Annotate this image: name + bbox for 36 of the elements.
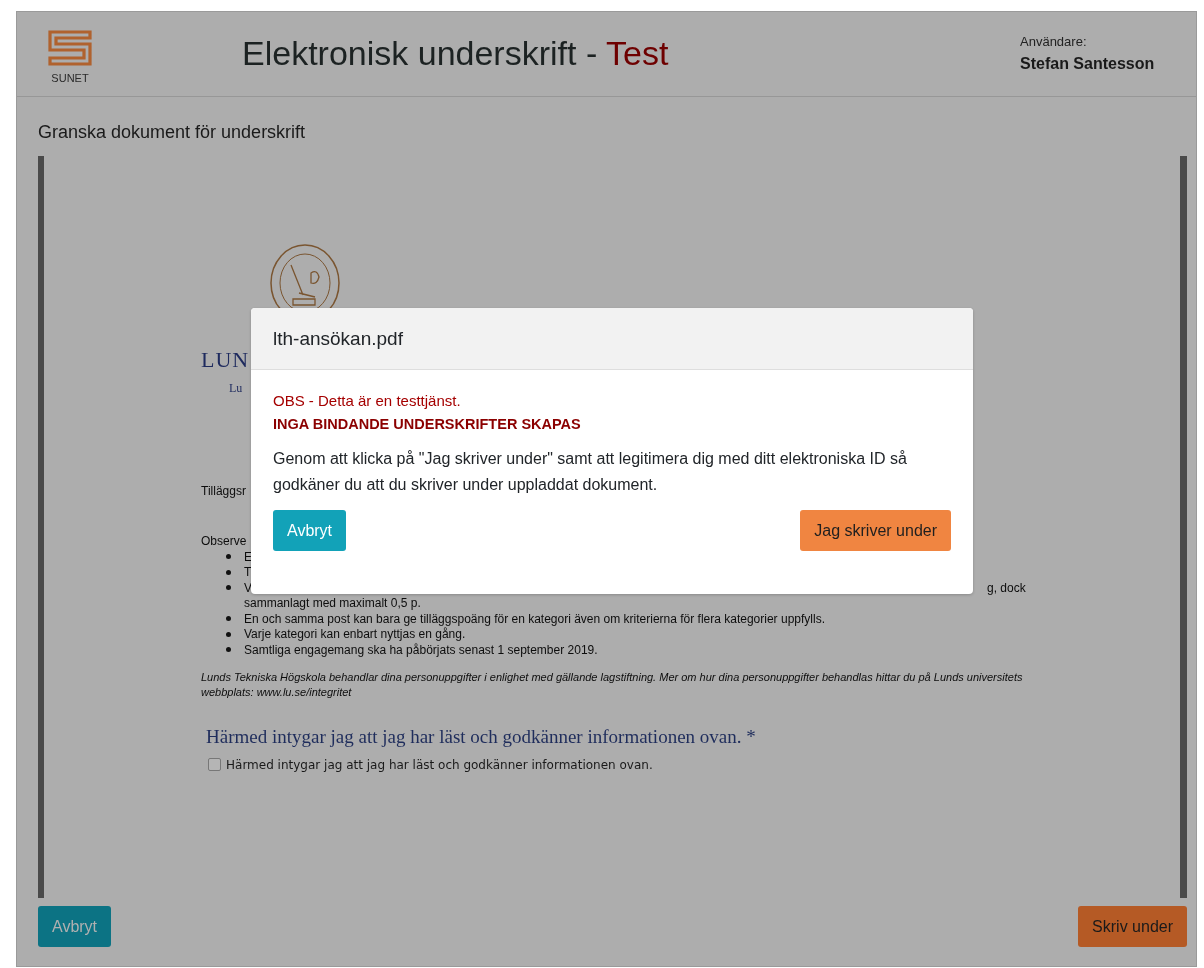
question-heading: Härmed intygar jag att jag har läst och godkänner informationen ovan. * (206, 725, 757, 748)
bullet-dot (226, 616, 231, 622)
page-title: Elektronisk underskrift - Test (242, 34, 670, 73)
university-subtext: Lu (229, 381, 244, 396)
list-item-text: Samtliga engagemang ska ha påbörjats senast 1 september 2019. (244, 642, 598, 657)
list-item-text: V (244, 580, 252, 595)
cancel-button[interactable]: Avbryt (38, 906, 112, 947)
list-item-text: T (244, 565, 252, 580)
privacy-note: Lunds Tekniska Högskola behandlar dina personuppgifter i enlighet med gällande lagstiftning. Mer om hur dina personuppgifter behandlas hittar du på Lunds universitets webbplats: www.lu.se/integritet (201, 669, 1024, 700)
list-item-text: Varje kategori kan enbart nyttjas en gång. (244, 627, 466, 642)
checkbox-label: Härmed intygar jag att jag har läst och godkänner informationen ovan. (226, 757, 653, 772)
list-item-text: E (244, 549, 252, 564)
checkbox[interactable] (208, 758, 221, 771)
dialog-message: Genom att klicka på "Jag skriver under" samt att legitimera dig med ditt elektroniska ID så godkäner du att du skriver under uppladdat dokument. (273, 449, 908, 495)
university-logo-text: LUN (201, 347, 251, 373)
dialog-title: lth-ansökan.pdf (273, 327, 403, 350)
list-item-text: sammanlagt med maximalt 0,5 p. (244, 595, 422, 611)
warning-text: INGA BINDANDE UNDERSKRIFTER SKAPAS (273, 416, 582, 432)
bullet-dot (226, 554, 231, 560)
logo-text: SUNET (51, 72, 89, 84)
sign-button[interactable]: Skriv under (1078, 906, 1187, 947)
document-text: Observe (201, 534, 247, 548)
user-name: Stefan Santesson (1020, 55, 1156, 73)
cancel-button[interactable]: Avbryt (273, 510, 347, 551)
list-item-text: g, dock (987, 580, 1026, 595)
logo-icon (48, 30, 92, 66)
bullet-dot (226, 569, 231, 575)
bullet-dot (226, 585, 231, 591)
document-text: Tilläggsr (201, 484, 246, 498)
section-heading: Granska dokument för underskrift (38, 122, 307, 143)
user-label: Användare: (1020, 34, 1088, 49)
warning-text: OBS - Detta är en testtjänst. (273, 392, 462, 409)
list-item-text: En och samma post kan bara ge tilläggspoäng för en kategori även om kriterierna för flera kategorier uppfylls. (244, 611, 825, 626)
bullet-dot (226, 647, 231, 653)
confirm-button[interactable]: Jag skriver under (800, 510, 951, 551)
bullet-dot (226, 631, 231, 637)
